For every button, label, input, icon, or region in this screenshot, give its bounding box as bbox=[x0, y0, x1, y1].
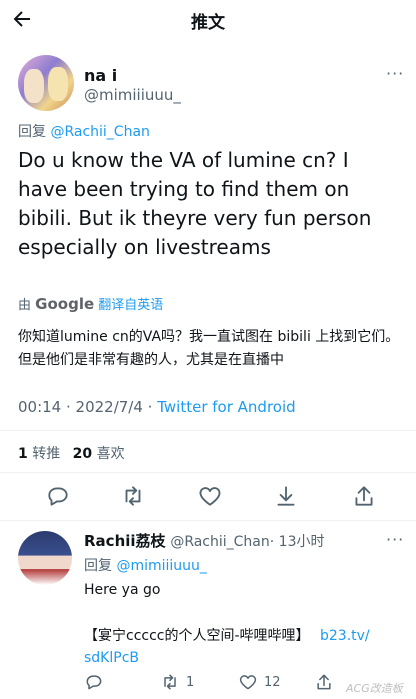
reply-prefix: 回复 bbox=[18, 124, 46, 140]
reply-icon[interactable] bbox=[45, 483, 71, 509]
reply-more-options-icon[interactable]: ··· bbox=[386, 530, 404, 549]
translation-source: 由 Google 翻译自英语 bbox=[18, 294, 163, 313]
like-icon[interactable] bbox=[197, 483, 223, 509]
reply-reply-icon[interactable] bbox=[84, 672, 104, 692]
reply-author-handle[interactable]: @Rachii_Chan bbox=[170, 534, 269, 550]
likes-count[interactable]: 20 bbox=[73, 446, 92, 462]
retweet-icon[interactable] bbox=[120, 483, 146, 509]
reply-context: 回复 @Rachii_Chan bbox=[18, 121, 150, 141]
reply-retweet-icon[interactable] bbox=[160, 672, 180, 692]
retweets-label[interactable]: 转推 bbox=[32, 446, 60, 462]
reply-header: Rachii荔枝 @Rachii_Chan· 13小时 bbox=[84, 530, 324, 551]
author-handle[interactable]: @mimiiiuuu_ bbox=[84, 86, 181, 104]
divider bbox=[0, 430, 416, 431]
retweets-count[interactable]: 1 bbox=[18, 446, 28, 462]
reply-retweet-count: 1 bbox=[186, 675, 195, 690]
more-options-icon[interactable]: ··· bbox=[386, 64, 404, 83]
share-icon[interactable] bbox=[351, 483, 377, 509]
reply-to-link[interactable]: @Rachii_Chan bbox=[50, 124, 149, 140]
reply-text: Here ya go bbox=[84, 582, 161, 598]
divider bbox=[0, 472, 416, 473]
reply-share-icon[interactable] bbox=[314, 672, 334, 692]
reply-context: 回复 @mimiiiuuu_ bbox=[84, 555, 207, 575]
author-name[interactable]: na i bbox=[84, 66, 117, 85]
reply-link-url-cont[interactable]: sdKlPcB bbox=[84, 650, 139, 666]
reply-time: · 13小时 bbox=[269, 534, 325, 550]
tweet-timestamp: 00:14 · 2022/7/4 · bbox=[18, 398, 158, 416]
reply-prefix: 回复 bbox=[84, 558, 112, 574]
translate-by: 由 bbox=[18, 298, 32, 313]
translate-label[interactable]: 翻译自英语 bbox=[98, 298, 163, 313]
bookmark-download-icon[interactable] bbox=[273, 483, 299, 509]
reply-to-link[interactable]: @mimiiiuuu_ bbox=[116, 558, 206, 574]
translation-text: 你知道lumine cn的VA吗？我一直试图在 bibili 上找到它们。但是他… bbox=[18, 329, 400, 368]
reply-link-title: 【宴宁ccccc的个人空间-哔哩哔哩】 bbox=[84, 628, 310, 644]
reply-like-count: 12 bbox=[264, 675, 281, 690]
google-logo: Google bbox=[35, 295, 95, 313]
reply-author-name[interactable]: Rachii荔枝 bbox=[84, 532, 166, 550]
avatar-face-left bbox=[24, 69, 44, 103]
reply-avatar[interactable] bbox=[18, 531, 72, 585]
likes-label[interactable]: 喜欢 bbox=[97, 446, 125, 462]
watermark: ACG改造板 bbox=[346, 682, 403, 695]
reply-link-text: 【宴宁ccccc的个人空间-哔哩哔哩】 b23.tv/ sdKlPcB bbox=[84, 625, 404, 669]
tweet-text: Do u know the VA of lumine cn? I have be… bbox=[18, 148, 372, 259]
reply-link-url[interactable]: b23.tv/ bbox=[320, 628, 370, 644]
avatar-face-right bbox=[48, 67, 68, 101]
divider bbox=[0, 520, 416, 521]
reply-like-icon[interactable] bbox=[238, 672, 258, 692]
top-bar: 推文 bbox=[0, 0, 416, 38]
tweet-meta: 00:14 · 2022/7/4 · Twitter for Android bbox=[18, 398, 296, 416]
tweet-source[interactable]: Twitter for Android bbox=[157, 398, 295, 416]
avatar[interactable] bbox=[18, 55, 74, 111]
tweet-stats: 1 转推 20 喜欢 bbox=[18, 443, 125, 463]
page-title: 推文 bbox=[191, 13, 225, 33]
